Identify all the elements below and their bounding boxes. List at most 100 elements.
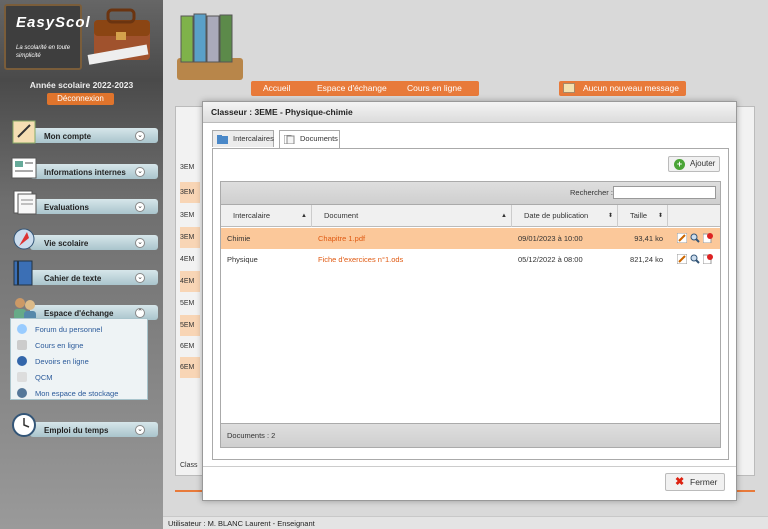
tab-intercalaires[interactable]: Intercalaires: [212, 130, 274, 147]
messages-label: Aucun nouveau message: [583, 83, 679, 93]
bg-row-label: 6EM: [180, 343, 195, 350]
col-taille[interactable]: Taille ⬍: [618, 205, 668, 227]
cell-date: 05/12/2022 à 08:00: [518, 255, 583, 264]
table-row[interactable]: Physique Fiche d'exercices n°1.ods 05/12…: [221, 249, 720, 270]
delete-icon[interactable]: [703, 254, 713, 264]
chevron-down-icon[interactable]: ⌄: [135, 167, 145, 177]
bg-row-label: 4EM: [180, 256, 195, 263]
newspaper-icon: [11, 157, 37, 179]
dialog-title: Classeur : 3EME - Physique-chimie: [203, 102, 736, 123]
menu-emploi-du-temps[interactable]: Emploi du temps ⌄: [10, 413, 158, 437]
edit-icon[interactable]: [677, 254, 687, 264]
breadcrumb-cours-en-ligne[interactable]: Cours en ligne: [395, 81, 479, 96]
bg-row-label: 5EM: [180, 300, 195, 307]
table-row[interactable]: Chimie Chapitre 1.pdf 09/01/2023 à 10:00…: [221, 228, 720, 249]
menu-label: Cahier de texte: [44, 274, 102, 283]
menu-mon-compte[interactable]: Mon compte ⌄: [10, 120, 158, 144]
menu-evaluations[interactable]: Evaluations ⌄: [10, 190, 158, 215]
bg-footer: Class: [180, 462, 198, 469]
documents-panel: + Ajouter Rechercher : Intercalaire ▲ Doc…: [212, 148, 729, 460]
edit-icon[interactable]: [677, 233, 687, 243]
search-icon[interactable]: [690, 254, 700, 264]
bg-row-label: 3EM: [180, 212, 195, 219]
logo-title: EasyScol: [16, 14, 91, 31]
cell-date: 09/01/2023 à 10:00: [518, 234, 583, 243]
bg-row-label: 3EM: [180, 227, 200, 248]
document-link[interactable]: Fiche d'exercices n°1.ods: [312, 249, 512, 270]
chevron-down-icon[interactable]: ⌄: [135, 425, 145, 435]
search-icon[interactable]: [690, 233, 700, 243]
submenu-espace-echange: Forum du personnel Cours en ligne Devoir…: [10, 318, 148, 400]
cell-intercalaire: Physique: [227, 255, 258, 264]
qcm-icon: [17, 372, 27, 382]
logout-button[interactable]: Déconnexion: [47, 93, 114, 105]
col-actions: [668, 205, 720, 227]
menu-label: Espace d'échange: [44, 309, 114, 318]
menu-label: Informations internes: [44, 168, 126, 177]
forum-icon: [17, 324, 27, 334]
folder-icon: [217, 135, 228, 144]
classeur-dialog: Classeur : 3EME - Physique-chimie Interc…: [202, 101, 737, 501]
divider: [203, 466, 736, 467]
course-icon: [17, 340, 27, 350]
close-button[interactable]: ✖ Fermer: [665, 473, 725, 491]
add-button[interactable]: + Ajouter: [668, 156, 720, 172]
document-link[interactable]: Chapitre 1.pdf: [312, 228, 512, 249]
menu-label: Mon compte: [44, 132, 92, 141]
status-bar: Utilisateur : M. BLANC Laurent - Enseign…: [163, 516, 768, 529]
messages-button[interactable]: Aucun nouveau message: [559, 81, 686, 96]
sidebar: EasyScol La scolarité en toute simplicit…: [0, 0, 163, 529]
table-header: Intercalaire ▲ Document ▲ Date de publicat…: [221, 205, 720, 227]
papers-icon: [13, 190, 37, 215]
menu-label: Evaluations: [44, 203, 89, 212]
globe-icon: [17, 356, 27, 366]
chevron-down-icon[interactable]: ⌄: [135, 202, 145, 212]
col-date[interactable]: Date de publication ⬍: [512, 205, 618, 227]
bg-row-label: 4EM: [180, 271, 200, 292]
logo-tagline: La scolarité en toute simplicité: [16, 45, 71, 59]
menu-vie-scolaire[interactable]: Vie scolaire ⌄: [10, 228, 158, 250]
bg-row-label: 5EM: [180, 315, 200, 336]
menu-informations-internes[interactable]: Informations internes ⌄: [10, 157, 158, 179]
col-document[interactable]: Document ▲: [312, 205, 512, 227]
menu-label: Vie scolaire: [44, 239, 89, 248]
cell-intercalaire: Chimie: [227, 234, 251, 243]
notebook-icon: [13, 260, 33, 286]
delete-icon[interactable]: [703, 233, 713, 243]
satchel-icon: [87, 8, 150, 65]
bg-row-label: 3EM: [180, 182, 200, 203]
sort-asc-icon: ▲: [501, 213, 507, 219]
close-label: Fermer: [690, 477, 718, 487]
documents-icon: [284, 135, 295, 144]
table-footer: Documents : 2: [221, 423, 720, 447]
table-toolbar: Rechercher :: [221, 182, 720, 205]
school-year: Année scolaire 2022-2023: [29, 80, 134, 90]
clock-icon: [12, 413, 36, 437]
logo: EasyScol La scolarité en toute simplicit…: [4, 4, 90, 70]
menu-cahier-de-texte[interactable]: Cahier de texte ⌄: [10, 260, 158, 286]
binders-icon: [177, 13, 243, 80]
chevron-up-icon[interactable]: ⌃: [135, 308, 145, 318]
compass-icon: [13, 228, 35, 250]
menu-label: Emploi du temps: [44, 426, 109, 435]
cell-taille: 93,41 ko: [634, 234, 663, 243]
chevron-down-icon[interactable]: ⌄: [135, 131, 145, 141]
sort-icon: ⬍: [607, 213, 613, 219]
search-input[interactable]: [613, 186, 716, 199]
tab-documents[interactable]: Documents: [279, 130, 340, 148]
breadcrumb-espace-echange[interactable]: Espace d'échange: [305, 81, 401, 96]
storage-icon: [17, 388, 27, 398]
chevron-down-icon[interactable]: ⌄: [135, 238, 145, 248]
sort-asc-icon: ▲: [301, 213, 307, 219]
account-icon: [12, 120, 36, 144]
chevron-down-icon[interactable]: ⌄: [135, 273, 145, 283]
bg-row-label: 6EM: [180, 357, 200, 378]
plus-icon: +: [674, 159, 685, 170]
col-intercalaire[interactable]: Intercalaire ▲: [221, 205, 312, 227]
tab-label: Intercalaires: [233, 134, 274, 143]
search-label: Rechercher :: [570, 188, 613, 197]
breadcrumb-accueil[interactable]: Accueil: [251, 81, 311, 96]
mail-icon: [563, 83, 575, 93]
cell-taille: 821,24 ko: [630, 255, 663, 264]
close-icon: ✖: [675, 476, 685, 488]
